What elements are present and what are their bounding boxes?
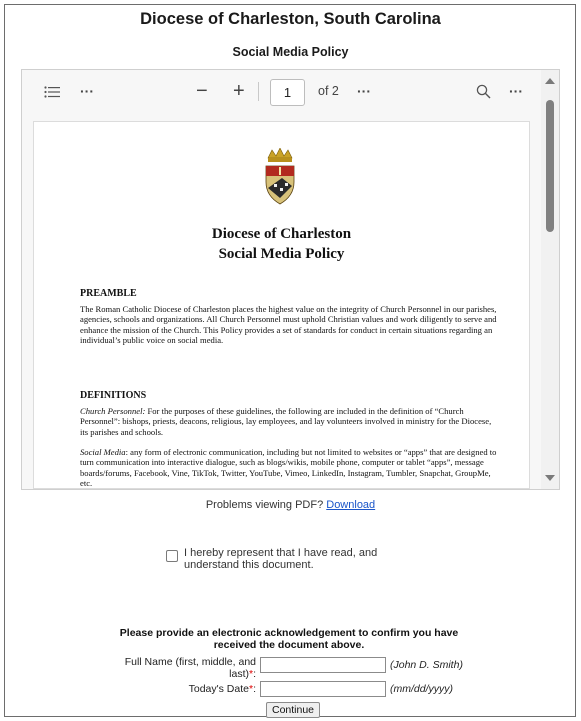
definition-term: Social Media (80, 447, 126, 457)
definition-text: : any form of electronic communication, … (80, 447, 497, 489)
acknowledge-checkbox[interactable] (166, 550, 178, 562)
page-total: of 2 (318, 84, 339, 98)
list-icon (44, 86, 60, 98)
todays-date-hint: (mm/dd/yyyy) (390, 683, 453, 695)
pdf-toolbar: ··· − + 1 of 2 ··· ··· (22, 70, 540, 113)
download-link[interactable]: Download (326, 499, 375, 511)
full-name-input[interactable] (260, 657, 386, 673)
zoom-out-button[interactable]: − (196, 70, 208, 113)
label-colon: : (253, 683, 256, 695)
full-name-hint: (John D. Smith) (390, 659, 463, 671)
more-options-mid-button[interactable]: ··· (357, 70, 371, 113)
scroll-down-arrow-icon[interactable] (545, 475, 555, 481)
pdf-page: Diocese of Charleston Social Media Polic… (33, 121, 530, 489)
toolbar-divider (258, 82, 259, 101)
continue-button[interactable]: Continue (266, 702, 320, 718)
more-options-left-button[interactable]: ··· (80, 70, 94, 113)
document-heading-line2: Social Media Policy (218, 246, 345, 262)
outline-button[interactable] (44, 70, 60, 113)
label-colon: : (253, 668, 256, 680)
form-instructions: Please provide an electronic acknowledge… (119, 627, 459, 651)
todays-date-input[interactable] (260, 681, 386, 697)
todays-date-label: Today's Date*: (150, 683, 256, 695)
todays-date-label-text: Today's Date (188, 683, 249, 695)
definitions-heading: DEFINITIONS (80, 390, 147, 401)
definition-social-media: Social Media: any form of electronic com… (80, 447, 500, 489)
pdf-viewer: ··· − + 1 of 2 ··· ··· Diocese of Charle… (21, 69, 560, 490)
search-button[interactable] (476, 70, 491, 113)
scroll-up-arrow-icon[interactable] (545, 78, 555, 84)
pdf-scrollbar[interactable] (541, 70, 559, 489)
document-heading-line1: Diocese of Charleston (211, 226, 352, 242)
page-number-input[interactable]: 1 (270, 79, 305, 106)
problems-viewing-pdf: Problems viewing PDF? Download (0, 499, 581, 511)
magnifier-icon (476, 85, 491, 99)
problems-text: Problems viewing PDF? (205, 499, 327, 511)
definition-church-personnel: Church Personnel: For the purposes of th… (80, 406, 500, 437)
definition-term: Church Personnel: (80, 406, 146, 416)
page-title: Diocese of Charleston, South Carolina (140, 10, 441, 28)
full-name-label: Full Name (first, middle, and last)*: (104, 656, 256, 680)
preamble-paragraph: The Roman Catholic Diocese of Charleston… (80, 304, 497, 346)
full-name-label-text: Full Name (first, middle, and last) (124, 656, 256, 680)
preamble-heading: PREAMBLE (80, 288, 137, 299)
scroll-thumb[interactable] (546, 100, 554, 232)
more-options-right-button[interactable]: ··· (509, 70, 523, 113)
diocese-coat-of-arms-icon (265, 148, 295, 205)
acknowledge-label: I hereby represent that I have read, and… (184, 547, 378, 571)
page-subtitle: Social Media Policy (232, 45, 349, 59)
zoom-in-button[interactable]: + (233, 70, 245, 113)
